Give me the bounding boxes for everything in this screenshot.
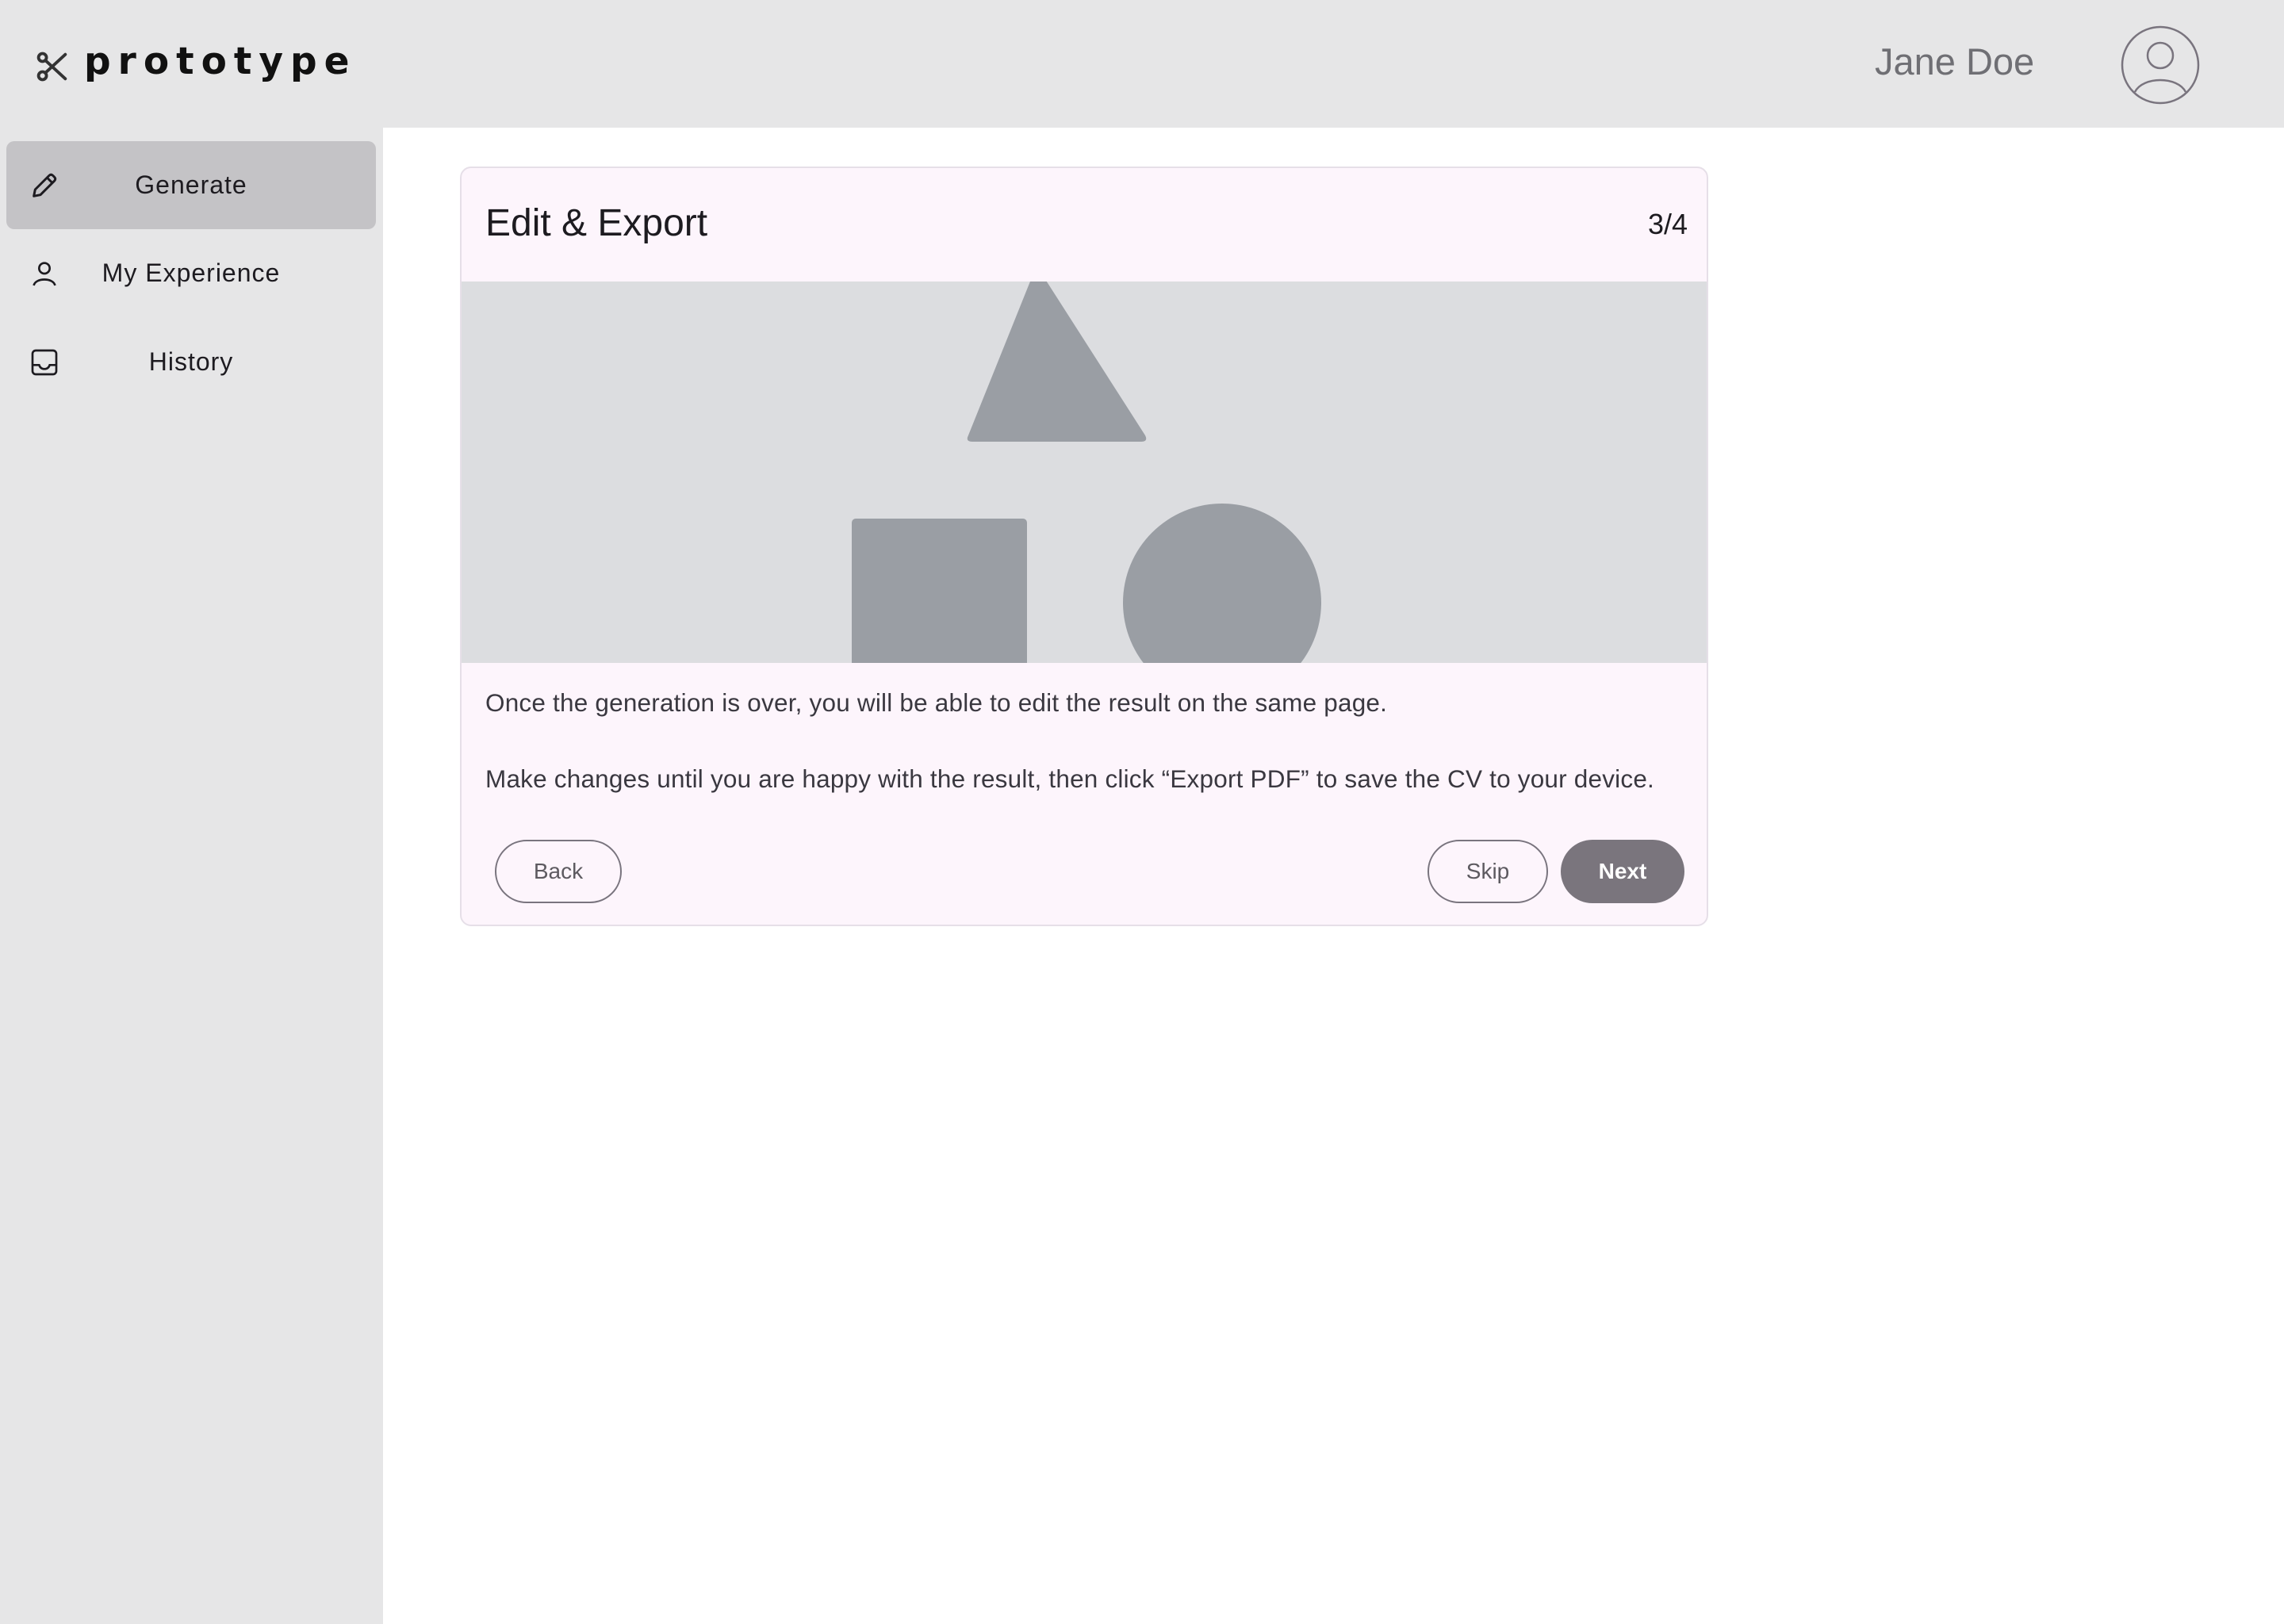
- placeholder-shapes: [852, 282, 1321, 663]
- sidebar-item-generate[interactable]: Generate: [6, 141, 376, 229]
- onboarding-card: Edit & Export 3/4 Once the generation is…: [460, 167, 1708, 926]
- user-name: Jane Doe: [1875, 40, 2035, 82]
- back-button[interactable]: Back: [495, 840, 622, 903]
- square-shape: [852, 519, 1027, 663]
- sidebar-item-label: Generate: [135, 170, 247, 199]
- sidebar-item-label: My Experience: [102, 259, 281, 287]
- card-paragraph: Once the generation is over, you will be…: [485, 688, 1388, 717]
- sidebar-item-my-experience[interactable]: My Experience: [6, 229, 376, 317]
- skip-button[interactable]: Skip: [1428, 840, 1548, 903]
- logo-text: prototype: [84, 39, 357, 83]
- shapes-placeholder-image: [462, 282, 1707, 663]
- sidebar-item-label: History: [148, 347, 234, 376]
- circle-shape: [1123, 504, 1321, 663]
- app-logo[interactable]: prototype: [35, 33, 357, 89]
- sidebar-item-history[interactable]: History: [6, 318, 376, 406]
- card-paragraph: Make changes until you are happy with th…: [485, 764, 1654, 793]
- user-circle-icon[interactable]: [2121, 25, 2200, 105]
- top-header: prototype Jane Doe: [0, 0, 2284, 128]
- card-title: Edit & Export: [485, 202, 708, 244]
- triangle-shape: [967, 282, 1147, 442]
- step-counter: 3/4: [1647, 208, 1688, 240]
- scissors-icon: [36, 52, 67, 82]
- next-button[interactable]: Next: [1561, 840, 1684, 903]
- sidebar: Generate My Experience History: [0, 128, 383, 1624]
